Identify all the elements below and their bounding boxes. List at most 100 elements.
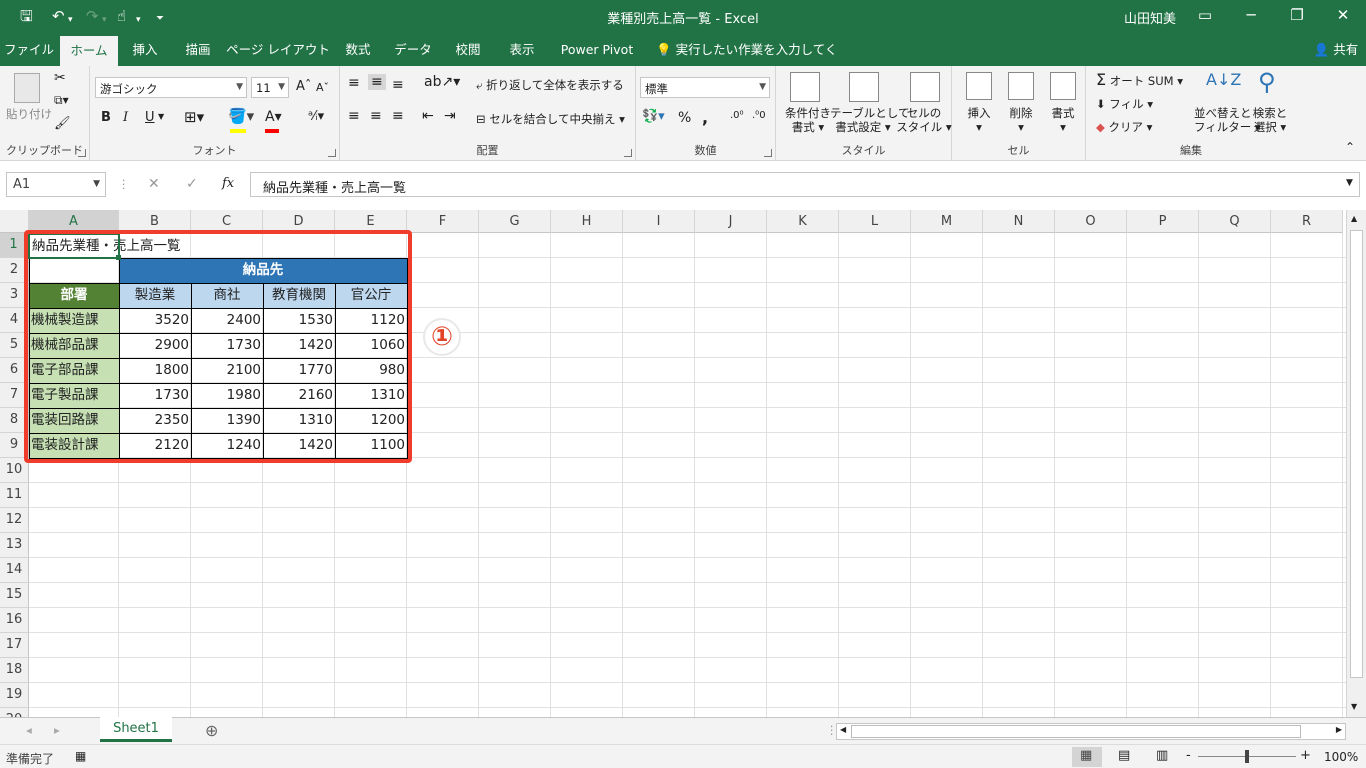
tab-home[interactable]: ホーム — [60, 36, 118, 66]
font-launcher-icon[interactable] — [328, 149, 336, 157]
align-center-icon[interactable]: ≡ — [370, 108, 382, 124]
fill-color-icon[interactable]: 🪣▾ — [228, 107, 254, 125]
add-sheet-icon[interactable]: ⊕ — [205, 721, 218, 740]
zoom-out-button[interactable]: - — [1186, 748, 1191, 763]
percent-button[interactable]: % — [678, 110, 691, 126]
scroll-down-icon[interactable]: ▼ — [1351, 702, 1357, 711]
scroll-left-icon[interactable]: ◀ — [840, 725, 846, 734]
close-icon[interactable]: ✕ — [1328, 6, 1358, 24]
vertical-scroll-thumb[interactable] — [1350, 230, 1363, 678]
zoom-level[interactable]: 100% — [1324, 750, 1358, 764]
tab-insert[interactable]: 挿入 — [120, 33, 170, 66]
name-box[interactable]: A1 ▼ — [6, 172, 106, 197]
copy-icon[interactable]: ⧉▾ — [54, 93, 69, 108]
format-painter-icon[interactable]: 🖌 — [54, 116, 71, 131]
align-bottom-icon[interactable]: ≡ — [392, 77, 404, 93]
borders-icon[interactable]: ⊞▾ — [184, 108, 204, 126]
zoom-slider-thumb[interactable] — [1245, 750, 1249, 763]
shrink-font-icon[interactable]: Aˇ — [316, 81, 329, 94]
clipboard-launcher-icon[interactable] — [78, 149, 86, 157]
conditional-format-icon[interactable] — [790, 72, 820, 102]
underline-button[interactable]: U — [145, 110, 155, 125]
font-size-select[interactable]: 11 ▼ — [251, 77, 289, 98]
prev-sheet-icon[interactable]: ◂ — [26, 723, 32, 737]
decrease-indent-icon[interactable]: ⇤ — [422, 108, 434, 124]
minimize-icon[interactable]: ─ — [1236, 6, 1266, 24]
alignment-launcher-icon[interactable] — [624, 149, 632, 157]
align-middle-icon[interactable]: ≡ — [368, 74, 386, 90]
tab-draw[interactable]: 描画 — [172, 33, 224, 66]
cell-styles-button[interactable]: セルの スタイル ▾ — [896, 106, 952, 134]
insert-cells-button[interactable]: 挿入 ▾ — [966, 106, 992, 134]
sort-filter-button[interactable]: 並べ替えと フィルター ▾ — [1194, 106, 1261, 134]
ribbon-display-icon[interactable]: ▭ — [1190, 6, 1220, 24]
normal-view-button[interactable]: ▦ — [1072, 747, 1102, 767]
page-break-view-icon[interactable]: ▥ — [1156, 748, 1168, 763]
restore-icon[interactable]: ❐ — [1282, 6, 1312, 24]
horizontal-scrollbar[interactable]: ◀ ▶ — [836, 723, 1346, 740]
font-color-icon[interactable]: A▾ — [265, 109, 282, 125]
conditional-format-button[interactable]: 条件付き 書式 ▾ — [780, 106, 836, 134]
insert-cells-icon[interactable] — [966, 72, 992, 100]
merge-center-button[interactable]: ⊟ セルを結合して中央揃え ▾ — [476, 111, 625, 127]
decrease-decimal-icon[interactable]: .⁰0 — [752, 110, 766, 121]
increase-decimal-icon[interactable]: .0⁰ — [730, 110, 744, 121]
orientation-icon[interactable]: ab↗▾ — [424, 74, 460, 90]
font-name-select[interactable]: 游ゴシック ▼ — [95, 77, 247, 98]
clear-button[interactable]: ◆ クリア ▾ — [1096, 119, 1152, 135]
sheet-tab-sheet1[interactable]: Sheet1 — [100, 717, 172, 742]
delete-cells-button[interactable]: 削除 ▾ — [1008, 106, 1034, 134]
number-launcher-icon[interactable] — [764, 149, 772, 157]
italic-button[interactable]: I — [123, 110, 128, 125]
grow-font-icon[interactable]: Aˆ — [296, 79, 311, 94]
cell-styles-icon[interactable] — [910, 72, 940, 102]
currency-icon[interactable]: 💱▾ — [642, 109, 665, 124]
tab-view[interactable]: 表示 — [498, 33, 546, 66]
scroll-right-icon[interactable]: ▶ — [1336, 725, 1342, 734]
increase-indent-icon[interactable]: ⇥ — [444, 108, 456, 124]
find-magnifier-icon[interactable]: ⚲ — [1258, 68, 1276, 96]
tab-data[interactable]: データ — [388, 33, 438, 66]
format-as-table-icon[interactable] — [849, 72, 879, 102]
share-button[interactable]: 👤 共有 — [1310, 33, 1362, 66]
paste-button[interactable]: 貼り付け — [6, 106, 52, 122]
delete-cells-icon[interactable] — [1008, 72, 1034, 100]
user-name[interactable]: 山田知美 — [1124, 8, 1176, 27]
align-right-icon[interactable]: ≡ — [392, 108, 404, 124]
insert-function-icon[interactable]: fx — [222, 176, 234, 191]
formula-input[interactable]: 納品先業種・売上高一覧 — [250, 172, 1360, 197]
horizontal-scroll-thumb[interactable] — [851, 725, 1301, 738]
phonetic-icon[interactable]: ᵃ⁄ᵢ▾ — [308, 109, 324, 124]
next-sheet-icon[interactable]: ▸ — [54, 723, 60, 737]
tab-file[interactable]: ファイル — [0, 33, 58, 66]
bold-button[interactable]: B — [101, 110, 111, 125]
scroll-up-icon[interactable]: ▲ — [1351, 214, 1357, 223]
number-format-select[interactable]: 標準 ▼ — [640, 77, 770, 98]
enter-icon[interactable]: ✓ — [186, 176, 198, 192]
cut-icon[interactable]: ✂ — [54, 70, 66, 86]
find-select-button[interactable]: 検索と 選択 ▾ — [1250, 106, 1290, 134]
tab-page-layout[interactable]: ページ レイアウト — [226, 33, 330, 66]
collapse-ribbon-icon[interactable]: ⌃ — [1345, 140, 1355, 154]
tab-formulas[interactable]: 数式 — [334, 33, 382, 66]
zoom-in-button[interactable]: + — [1300, 748, 1311, 763]
paste-icon[interactable] — [14, 73, 40, 103]
tab-power-pivot[interactable]: Power Pivot — [552, 33, 642, 66]
format-cells-icon[interactable] — [1050, 72, 1076, 100]
format-as-table-button[interactable]: テーブルとして 書式設定 ▾ — [830, 106, 909, 134]
vertical-scrollbar[interactable]: ▲ ▼ — [1346, 210, 1366, 717]
cancel-icon[interactable]: ✕ — [148, 176, 160, 192]
comma-button[interactable]: , — [702, 108, 708, 127]
page-layout-view-icon[interactable]: ▤ — [1118, 748, 1130, 763]
align-left-icon[interactable]: ≡ — [348, 108, 360, 124]
fill-button[interactable]: ⬇ フィル ▾ — [1096, 96, 1153, 112]
underline-dropdown-icon[interactable]: ▼ — [158, 112, 164, 121]
macro-record-icon[interactable]: ▦ — [75, 749, 86, 763]
tell-me-search[interactable]: 💡 実行したい作業を入力してください — [656, 33, 842, 90]
wrap-text-button[interactable]: ⤶ 折り返して全体を表示する — [476, 77, 624, 93]
sort-filter-icon[interactable]: A↓Z — [1206, 70, 1241, 89]
align-top-icon[interactable]: ≡ — [348, 75, 360, 91]
autosum-button[interactable]: Σ オート SUM ▾ — [1096, 70, 1183, 89]
tab-review[interactable]: 校閲 — [444, 33, 492, 66]
expand-formula-bar-icon[interactable]: ▼ — [1346, 178, 1353, 188]
